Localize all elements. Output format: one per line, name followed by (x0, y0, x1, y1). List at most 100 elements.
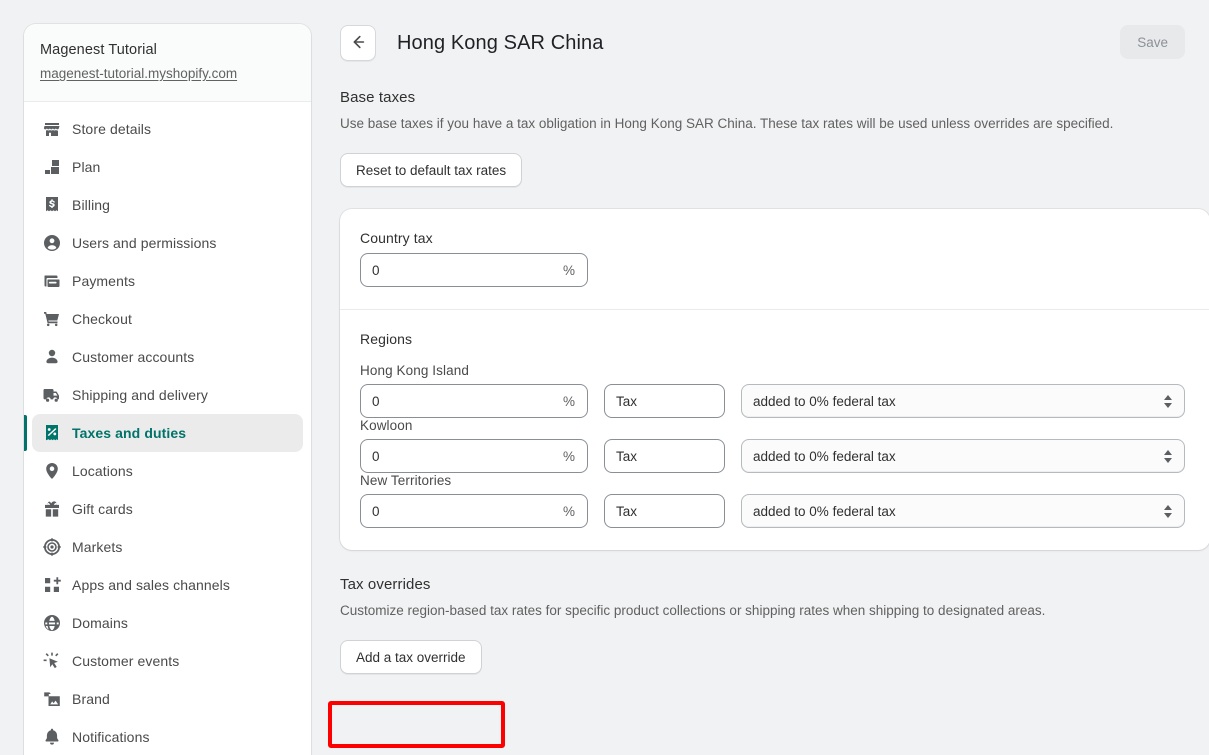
store-url-link[interactable]: magenest-tutorial.myshopify.com (40, 64, 237, 83)
sidebar-item-label: Apps and sales channels (72, 577, 230, 593)
globe-target-icon (42, 537, 62, 557)
region-tax-behavior-value: added to 0% federal tax (753, 393, 896, 409)
sidebar-item-label: Gift cards (72, 501, 133, 517)
region-tax-name-value: Tax (616, 448, 638, 464)
region-row: 0 % Tax added to 0% federal tax (360, 384, 1190, 418)
country-tax-label: Country tax (360, 230, 433, 246)
sidebar-item-label: Users and permissions (72, 235, 217, 251)
country-tax-section: Country tax 0 % (340, 209, 1209, 309)
sidebar-item-label: Locations (72, 463, 133, 479)
page-title: Hong Kong SAR China (397, 31, 604, 54)
region-label: New Territories (360, 473, 452, 488)
gift-icon (42, 499, 62, 519)
sidebar-item-label: Brand (72, 691, 110, 707)
plan-icon (42, 157, 62, 177)
store-name: Magenest Tutorial (40, 42, 157, 58)
payments-icon (42, 271, 62, 291)
sidebar-store-header: Magenest Tutorial magenest-tutorial.mysh… (24, 24, 311, 102)
sidebar-item-users-and-permissions[interactable]: Users and permissions (32, 224, 303, 262)
user-circle-icon (42, 233, 62, 253)
sidebar-item-label: Taxes and duties (72, 425, 187, 441)
regions-heading: Regions (360, 331, 413, 347)
sidebar-item-shipping-and-delivery[interactable]: Shipping and delivery (32, 376, 303, 414)
regions-section: Regions Hong Kong Island 0 % Tax added t… (340, 310, 1209, 550)
chevron-updown-icon (1163, 393, 1173, 409)
region-tax-behavior-select[interactable]: added to 0% federal tax (741, 439, 1185, 473)
percent-suffix: % (562, 393, 575, 409)
region-tax-name-value: Tax (616, 503, 638, 519)
sidebar-item-locations[interactable]: Locations (32, 452, 303, 490)
bell-icon (42, 727, 62, 747)
add-a-tax-override-button[interactable]: Add a tax override (340, 640, 482, 674)
back-button[interactable] (340, 25, 376, 61)
region-rate-input[interactable]: 0 % (360, 384, 588, 418)
country-tax-value: 0 (372, 262, 380, 278)
sidebar-item-label: Checkout (72, 311, 132, 327)
region-row: 0 % Tax added to 0% federal tax (360, 494, 1190, 528)
region-rate-input[interactable]: 0 % (360, 494, 588, 528)
region-tax-behavior-value: added to 0% federal tax (753, 448, 896, 464)
sidebar-item-label: Plan (72, 159, 101, 175)
chevron-updown-icon (1163, 448, 1173, 464)
sidebar-item-billing[interactable]: Billing (32, 186, 303, 224)
sidebar-item-customer-events[interactable]: Customer events (32, 642, 303, 680)
region-rate-value: 0 (372, 393, 380, 409)
billing-icon (42, 195, 62, 215)
sidebar-item-label: Notifications (72, 729, 150, 745)
sidebar-item-apps-and-sales-channels[interactable]: Apps and sales channels (32, 566, 303, 604)
person-icon (42, 347, 62, 367)
store-icon (42, 119, 62, 139)
truck-icon (42, 385, 62, 405)
sidebar-item-taxes-and-duties[interactable]: Taxes and duties (24, 414, 303, 452)
percent-suffix: % (562, 503, 575, 519)
tax-overrides-heading: Tax overrides (340, 576, 431, 593)
region-label: Hong Kong Island (360, 363, 469, 378)
sidebar-item-gift-cards[interactable]: Gift cards (32, 490, 303, 528)
region-tax-name-input[interactable]: Tax (604, 439, 725, 473)
base-taxes-description: Use base taxes if you have a tax obligat… (340, 116, 1114, 131)
region-block: New Territories 0 % Tax added to 0% fede… (360, 473, 1190, 528)
sidebar-item-store-details[interactable]: Store details (32, 110, 303, 148)
sidebar-item-label: Billing (72, 197, 111, 213)
sidebar-item-markets[interactable]: Markets (32, 528, 303, 566)
domain-globe-icon (42, 613, 62, 633)
save-button[interactable]: Save (1120, 25, 1185, 59)
region-rate-input[interactable]: 0 % (360, 439, 588, 473)
percent-suffix: % (562, 262, 575, 278)
region-tax-name-input[interactable]: Tax (604, 384, 725, 418)
add-tax-override-wrapper: Add a tax override (340, 640, 1185, 674)
sidebar-item-label: Payments (72, 273, 136, 289)
region-rate-value: 0 (372, 503, 380, 519)
sidebar-item-payments[interactable]: Payments (32, 262, 303, 300)
country-tax-input[interactable]: 0 % (360, 253, 588, 287)
sidebar-item-domains[interactable]: Domains (32, 604, 303, 642)
sidebar-item-label: Shipping and delivery (72, 387, 208, 403)
main-content: Hong Kong SAR China Save Base taxes Use … (311, 0, 1209, 755)
cart-icon (42, 309, 62, 329)
sidebar-item-customer-accounts[interactable]: Customer accounts (32, 338, 303, 376)
sidebar-item-notifications[interactable]: Notifications (32, 718, 303, 755)
region-rate-value: 0 (372, 448, 380, 464)
sidebar-item-label: Markets (72, 539, 123, 555)
region-block: Hong Kong Island 0 % Tax added to 0% fed… (360, 363, 1190, 418)
sidebar-item-label: Customer accounts (72, 349, 195, 365)
sidebar-item-checkout[interactable]: Checkout (32, 300, 303, 338)
region-tax-name-input[interactable]: Tax (604, 494, 725, 528)
region-tax-behavior-select[interactable]: added to 0% federal tax (741, 494, 1185, 528)
chevron-updown-icon (1163, 503, 1173, 519)
app-root: Magenest Tutorial magenest-tutorial.mysh… (0, 0, 1209, 755)
percent-suffix: % (562, 448, 575, 464)
region-tax-behavior-value: added to 0% federal tax (753, 503, 896, 519)
percent-receipt-icon (42, 423, 62, 443)
tax-overrides-description: Customize region-based tax rates for spe… (340, 603, 1046, 618)
reset-to-default-tax-rates-button[interactable]: Reset to default tax rates (340, 153, 523, 187)
arrow-left-icon (349, 33, 367, 54)
base-taxes-heading: Base taxes (340, 89, 416, 106)
sidebar-item-brand[interactable]: Brand (32, 680, 303, 718)
region-tax-name-value: Tax (616, 393, 638, 409)
sidebar-item-label: Customer events (72, 653, 180, 669)
region-tax-behavior-select[interactable]: added to 0% federal tax (741, 384, 1185, 418)
sidebar-item-label: Store details (72, 121, 152, 137)
sidebar-item-plan[interactable]: Plan (32, 148, 303, 186)
sidebar-item-label: Domains (72, 615, 128, 631)
